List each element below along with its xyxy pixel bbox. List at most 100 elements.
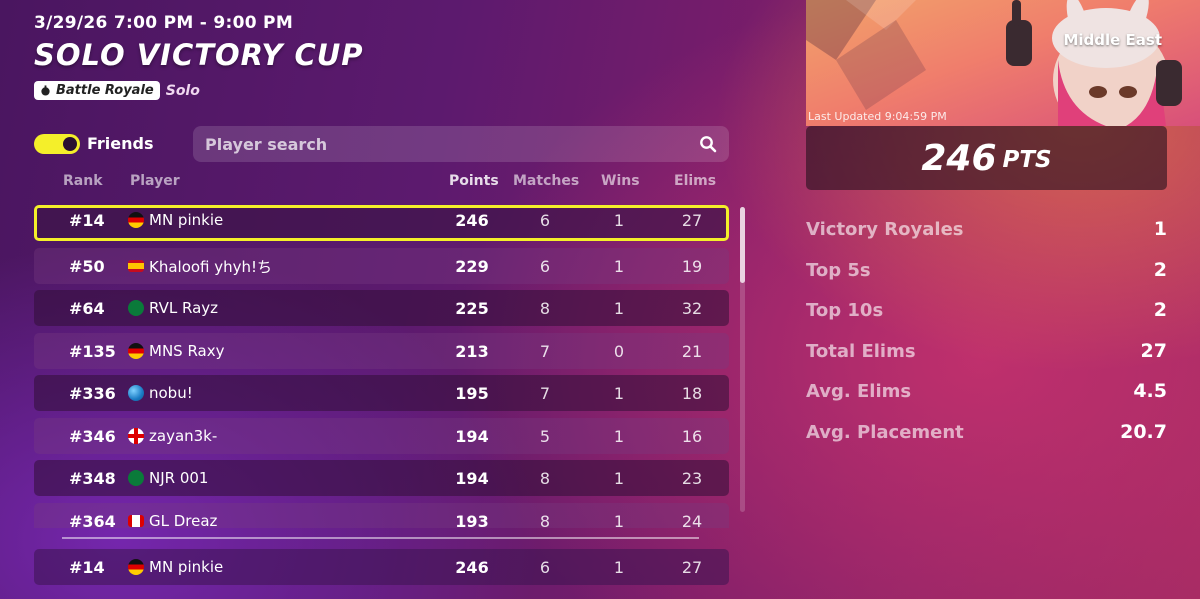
leaderboard-row[interactable]: #50 Khaloofi yhyh!ち 229 6 1 19: [34, 248, 729, 284]
row-matches: 8: [539, 298, 551, 318]
row-elims: 18: [681, 383, 703, 403]
germany-flag-icon: [128, 212, 144, 228]
row-elims: 27: [681, 210, 703, 230]
header-points: Points: [449, 173, 499, 189]
stat-avg-elims: Avg. Elims 4.5: [806, 378, 1167, 404]
stat-value: 20.7: [1120, 421, 1167, 443]
leaderboard-row[interactable]: #364 GL Dreaz 193 8 1 24: [34, 503, 729, 528]
leaderboard-row[interactable]: #346 zayan3k- 194 5 1 16: [34, 418, 729, 454]
row-matches: 8: [539, 511, 551, 529]
stat-label: Victory Royales: [806, 218, 964, 240]
friends-toggle[interactable]: [34, 134, 80, 154]
leaderboard-row[interactable]: #64 RVL Rayz 225 8 1 32: [34, 290, 729, 326]
leaderboard-list[interactable]: #14 MN pinkie 246 6 1 27 #50 Khaloofi yh…: [34, 205, 729, 528]
row-wins: 1: [613, 210, 625, 230]
row-points: 229: [455, 256, 489, 276]
row-elims: 19: [681, 256, 703, 276]
stat-value: 1: [1153, 218, 1167, 240]
leaderboard-row[interactable]: #348 NJR 001 194 8 1 23: [34, 460, 729, 496]
row-elims: 23: [681, 468, 703, 488]
row-player: GL Dreaz: [128, 503, 217, 528]
row-player: nobu!: [128, 375, 193, 411]
row-wins: 1: [613, 426, 625, 446]
points-total-box: 246 PTS: [806, 126, 1167, 190]
pinned-self-row[interactable]: #14 MN pinkie 246 6 1 27: [34, 549, 729, 585]
mode-row: Battle Royale Solo: [34, 81, 200, 100]
row-wins: 0: [613, 341, 625, 361]
row-player: zayan3k-: [128, 418, 217, 454]
player-search[interactable]: [193, 126, 729, 162]
row-matches: 6: [539, 210, 551, 230]
row-points: 194: [455, 426, 489, 446]
player-name: RVL Rayz: [149, 299, 219, 317]
row-rank: #50: [69, 256, 105, 276]
row-player: MN pinkie: [128, 205, 223, 235]
header-rank: Rank: [63, 173, 103, 189]
toggle-knob: [63, 137, 77, 151]
row-rank: #14: [69, 557, 105, 577]
stat-total-elims: Total Elims 27: [806, 338, 1167, 364]
stat-value: 2: [1153, 259, 1167, 281]
row-player: NJR 001: [128, 460, 208, 496]
stat-label: Top 5s: [806, 259, 871, 281]
row-points: 225: [455, 298, 489, 318]
stat-label: Avg. Placement: [806, 421, 964, 443]
stat-top-5s: Top 5s 2: [806, 257, 1167, 283]
friends-label: Friends: [87, 134, 154, 153]
row-rank: #336: [69, 383, 116, 403]
mode-subtype: Solo: [165, 82, 200, 99]
row-player: MNS Raxy: [128, 333, 225, 369]
region-label: Middle East: [1063, 31, 1162, 49]
row-points: 246: [455, 557, 489, 577]
row-matches: 7: [539, 383, 551, 403]
row-points: 213: [455, 341, 489, 361]
row-rank: #14: [69, 210, 105, 230]
row-points: 246: [455, 210, 489, 230]
stat-label: Avg. Elims: [806, 380, 912, 402]
header-wins: Wins: [601, 173, 640, 189]
row-wins: 1: [613, 298, 625, 318]
row-elims: 16: [681, 426, 703, 446]
row-player: MN pinkie: [128, 549, 223, 585]
header-player: Player: [130, 173, 180, 189]
stat-top-10s: Top 10s 2: [806, 297, 1167, 323]
row-points: 195: [455, 383, 489, 403]
stat-victory-royales: Victory Royales 1: [806, 216, 1167, 242]
mode-badge: Battle Royale: [34, 81, 160, 100]
saudi-arabia-flag-icon: [128, 470, 144, 486]
player-name: nobu!: [149, 384, 193, 402]
row-points: 194: [455, 468, 489, 488]
row-elims: 24: [681, 511, 703, 529]
stat-label: Total Elims: [806, 340, 916, 362]
leaderboard-row[interactable]: #336 nobu! 195 7 1 18: [34, 375, 729, 411]
player-name: zayan3k-: [149, 427, 218, 445]
row-elims: 32: [681, 298, 703, 318]
player-name: GL Dreaz: [149, 512, 218, 528]
germany-flag-icon: [128, 343, 144, 359]
row-wins: 1: [613, 511, 625, 529]
row-rank: #346: [69, 426, 116, 446]
player-name: Khaloofi yhyh!ち: [149, 257, 273, 276]
row-wins: 1: [613, 557, 625, 577]
saudi-arabia-flag-icon: [128, 300, 144, 316]
scrollbar-thumb[interactable]: [740, 207, 745, 283]
leaderboard-row[interactable]: #135 MNS Raxy 213 7 0 21: [34, 333, 729, 369]
row-rank: #64: [69, 298, 105, 318]
event-title: SOLO VICTORY CUP: [34, 38, 364, 72]
row-elims: 21: [681, 341, 703, 361]
search-icon[interactable]: [699, 135, 717, 153]
player-name: MNS Raxy: [149, 342, 225, 360]
last-updated: Last Updated 9:04:59 PM: [808, 110, 947, 123]
mode-label: Battle Royale: [56, 83, 154, 98]
row-matches: 8: [539, 468, 551, 488]
player-search-input[interactable]: [205, 134, 699, 154]
row-rank: #364: [69, 511, 116, 529]
header-elims: Elims: [674, 173, 717, 189]
character-banner: Middle East: [806, 0, 1200, 126]
row-rank: #135: [69, 341, 116, 361]
leaderboard-row-self[interactable]: #14 MN pinkie 246 6 1 27: [34, 205, 729, 241]
canada-flag-icon: [128, 515, 144, 527]
event-date: 3/29/26 7:00 PM - 9:00 PM: [34, 13, 294, 33]
row-player: Khaloofi yhyh!ち: [128, 248, 272, 284]
player-name: MN pinkie: [149, 558, 224, 576]
